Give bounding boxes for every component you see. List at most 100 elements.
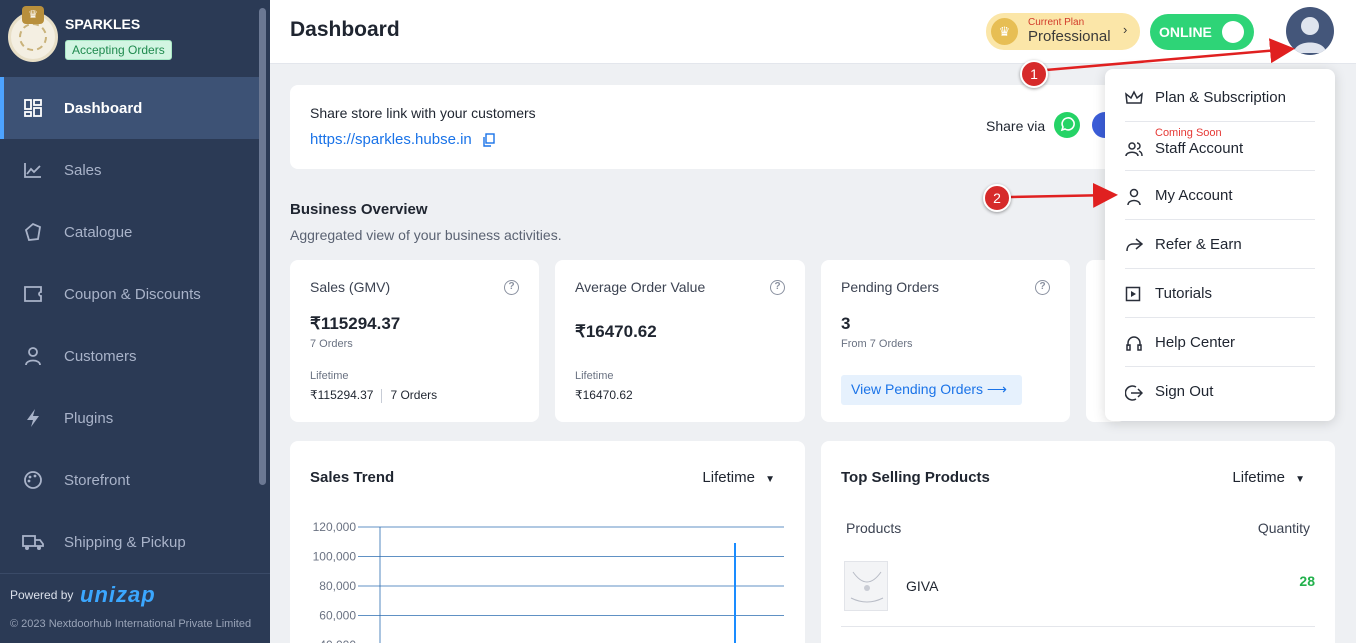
- store-header: ♛ SPARKLES Accepting Orders: [0, 0, 259, 76]
- y-tick-label: 60,000: [319, 609, 356, 623]
- products-column-header: Products: [846, 520, 902, 536]
- chevron-right-icon: ›: [1123, 22, 1128, 37]
- menu-item-label: Help Center: [1155, 334, 1236, 351]
- coming-soon-badge: Coming Soon: [1155, 127, 1222, 139]
- top-selling-card: Top Selling Products Lifetime ▼ Products…: [821, 441, 1335, 643]
- range-label: Lifetime: [702, 469, 755, 486]
- top-header: Dashboard ♛ Current Plan Professional › …: [270, 0, 1356, 64]
- y-tick-label: 40,000: [319, 638, 356, 643]
- status-badge: Accepting Orders: [65, 40, 172, 60]
- y-tick-label: 120,000: [313, 520, 357, 534]
- metric-subtext: 7 Orders: [310, 338, 353, 350]
- share-title: Share store link with your customers: [310, 105, 536, 121]
- menu-item-staff-account[interactable]: Coming Soon Staff Account: [1125, 122, 1315, 171]
- lifetime-amount: ₹115294.37: [310, 388, 374, 402]
- crown-icon: ♛: [991, 18, 1018, 45]
- sidebar-item-label: Sales: [64, 161, 102, 179]
- sidebar-scrollbar[interactable]: [259, 8, 266, 485]
- help-icon[interactable]: ?: [770, 280, 785, 295]
- sidebar-footer: Powered by unizap © 2023 Nextdoorhub Int…: [0, 573, 270, 643]
- menu-item-label: Plan & Subscription: [1155, 89, 1286, 106]
- copy-icon[interactable]: [483, 133, 495, 152]
- metric-label: Pending Orders: [841, 279, 940, 295]
- palette-icon: [22, 469, 44, 491]
- y-tick-label: 80,000: [319, 579, 356, 593]
- annotation-marker-2: 2: [983, 184, 1011, 212]
- business-overview-subtitle: Aggregated view of your business activit…: [290, 227, 562, 243]
- chevron-down-icon: ▼: [765, 474, 775, 485]
- crown-icon: [1125, 90, 1143, 108]
- whatsapp-icon[interactable]: [1054, 112, 1080, 138]
- metric-value: ₹16470.62: [575, 322, 657, 341]
- plan-name: Professional: [1028, 28, 1111, 45]
- sidebar-item-plugins[interactable]: Plugins: [0, 387, 259, 449]
- sidebar-item-label: Dashboard: [64, 99, 143, 117]
- user-icon: [22, 345, 44, 367]
- sidebar-item-shipping[interactable]: Shipping & Pickup: [0, 511, 259, 573]
- sidebar-item-coupons[interactable]: Coupon & Discounts: [0, 263, 259, 325]
- top-selling-range-select[interactable]: Lifetime ▼: [1232, 469, 1305, 486]
- plan-caption: Current Plan: [1028, 17, 1085, 28]
- avatar[interactable]: [1286, 7, 1334, 55]
- product-name: GIVA: [906, 578, 939, 594]
- crown-icon: ♛: [22, 6, 44, 24]
- metric-card-pending: Pending Orders ? 3 From 7 Orders View Pe…: [821, 260, 1070, 422]
- unizap-logo: unizap: [80, 582, 156, 607]
- coupon-icon: [22, 283, 44, 305]
- sales-trend-title: Sales Trend: [310, 469, 395, 486]
- metric-card-sales: Sales (GMV) ? ₹115294.37 7 Orders Lifeti…: [290, 260, 539, 422]
- annotation-marker-1: 1: [1020, 60, 1048, 88]
- sidebar-item-label: Plugins: [64, 409, 114, 427]
- product-quantity: 28: [1299, 573, 1315, 589]
- menu-item-refer-earn[interactable]: Refer & Earn: [1125, 220, 1315, 269]
- copyright-text: © 2023 Nextdoorhub International Private…: [10, 618, 252, 630]
- sidebar-item-dashboard[interactable]: Dashboard: [0, 77, 259, 139]
- sidebar-item-label: Customers: [64, 347, 137, 365]
- person-icon: [1125, 188, 1143, 206]
- page-title: Dashboard: [290, 18, 400, 41]
- metric-value: 3: [841, 314, 851, 333]
- lifetime-value: ₹115294.37 7 Orders: [310, 388, 437, 403]
- menu-item-label: Staff Account: [1155, 140, 1244, 157]
- play-icon: [1125, 286, 1143, 304]
- menu-item-sign-out[interactable]: Sign Out: [1124, 367, 1315, 416]
- toggle-knob: [1222, 21, 1244, 43]
- menu-item-tutorials[interactable]: Tutorials: [1125, 269, 1315, 318]
- range-label: Lifetime: [1232, 469, 1285, 486]
- menu-item-plan-subscription[interactable]: Plan & Subscription: [1125, 73, 1315, 122]
- metric-subtext: From 7 Orders: [841, 338, 913, 350]
- menu-item-my-account[interactable]: My Account: [1125, 171, 1315, 220]
- headset-icon: [1125, 335, 1143, 353]
- current-plan-button[interactable]: ♛ Current Plan Professional ›: [986, 13, 1140, 50]
- dashboard-icon: [22, 97, 44, 119]
- tag-icon: [22, 221, 44, 243]
- product-thumbnail: [844, 561, 888, 611]
- sidebar-item-label: Coupon & Discounts: [64, 285, 201, 303]
- sidebar-item-sales[interactable]: Sales: [0, 139, 259, 201]
- metric-card-aov: Average Order Value ? ₹16470.62 Lifetime…: [555, 260, 805, 422]
- help-icon[interactable]: ?: [504, 280, 519, 295]
- users-icon: [1125, 140, 1143, 158]
- online-label: ONLINE: [1159, 24, 1212, 40]
- sales-trend-card: Sales Trend Lifetime ▼ 120,000 100,000 80,…: [290, 441, 805, 643]
- sidebar: ♛ SPARKLES Accepting Orders Dashboard Sa…: [0, 0, 270, 643]
- menu-item-label: My Account: [1155, 187, 1233, 204]
- row-divider: [841, 626, 1315, 627]
- business-overview-title: Business Overview: [290, 201, 428, 218]
- store-link[interactable]: https://sparkles.hubse.in: [310, 131, 472, 148]
- metric-value: ₹115294.37: [310, 314, 401, 333]
- sidebar-item-customers[interactable]: Customers: [0, 325, 259, 387]
- sales-trend-range-select[interactable]: Lifetime ▼: [702, 469, 775, 486]
- metric-label: Average Order Value: [575, 279, 706, 295]
- sidebar-item-storefront[interactable]: Storefront: [0, 449, 259, 511]
- bolt-icon: [22, 407, 44, 429]
- view-pending-orders-button[interactable]: View Pending Orders ⟶: [841, 375, 1022, 405]
- sales-trend-chart: 120,000 100,000 80,000 60,000 40,000: [313, 520, 784, 643]
- online-toggle[interactable]: ONLINE: [1150, 14, 1254, 50]
- help-icon[interactable]: ?: [1035, 280, 1050, 295]
- menu-item-label: Tutorials: [1155, 285, 1212, 302]
- top-selling-title: Top Selling Products: [841, 469, 990, 486]
- menu-item-help-center[interactable]: Help Center: [1125, 318, 1315, 367]
- share-via-label: Share via: [986, 118, 1046, 134]
- sidebar-item-catalogue[interactable]: Catalogue: [0, 201, 259, 263]
